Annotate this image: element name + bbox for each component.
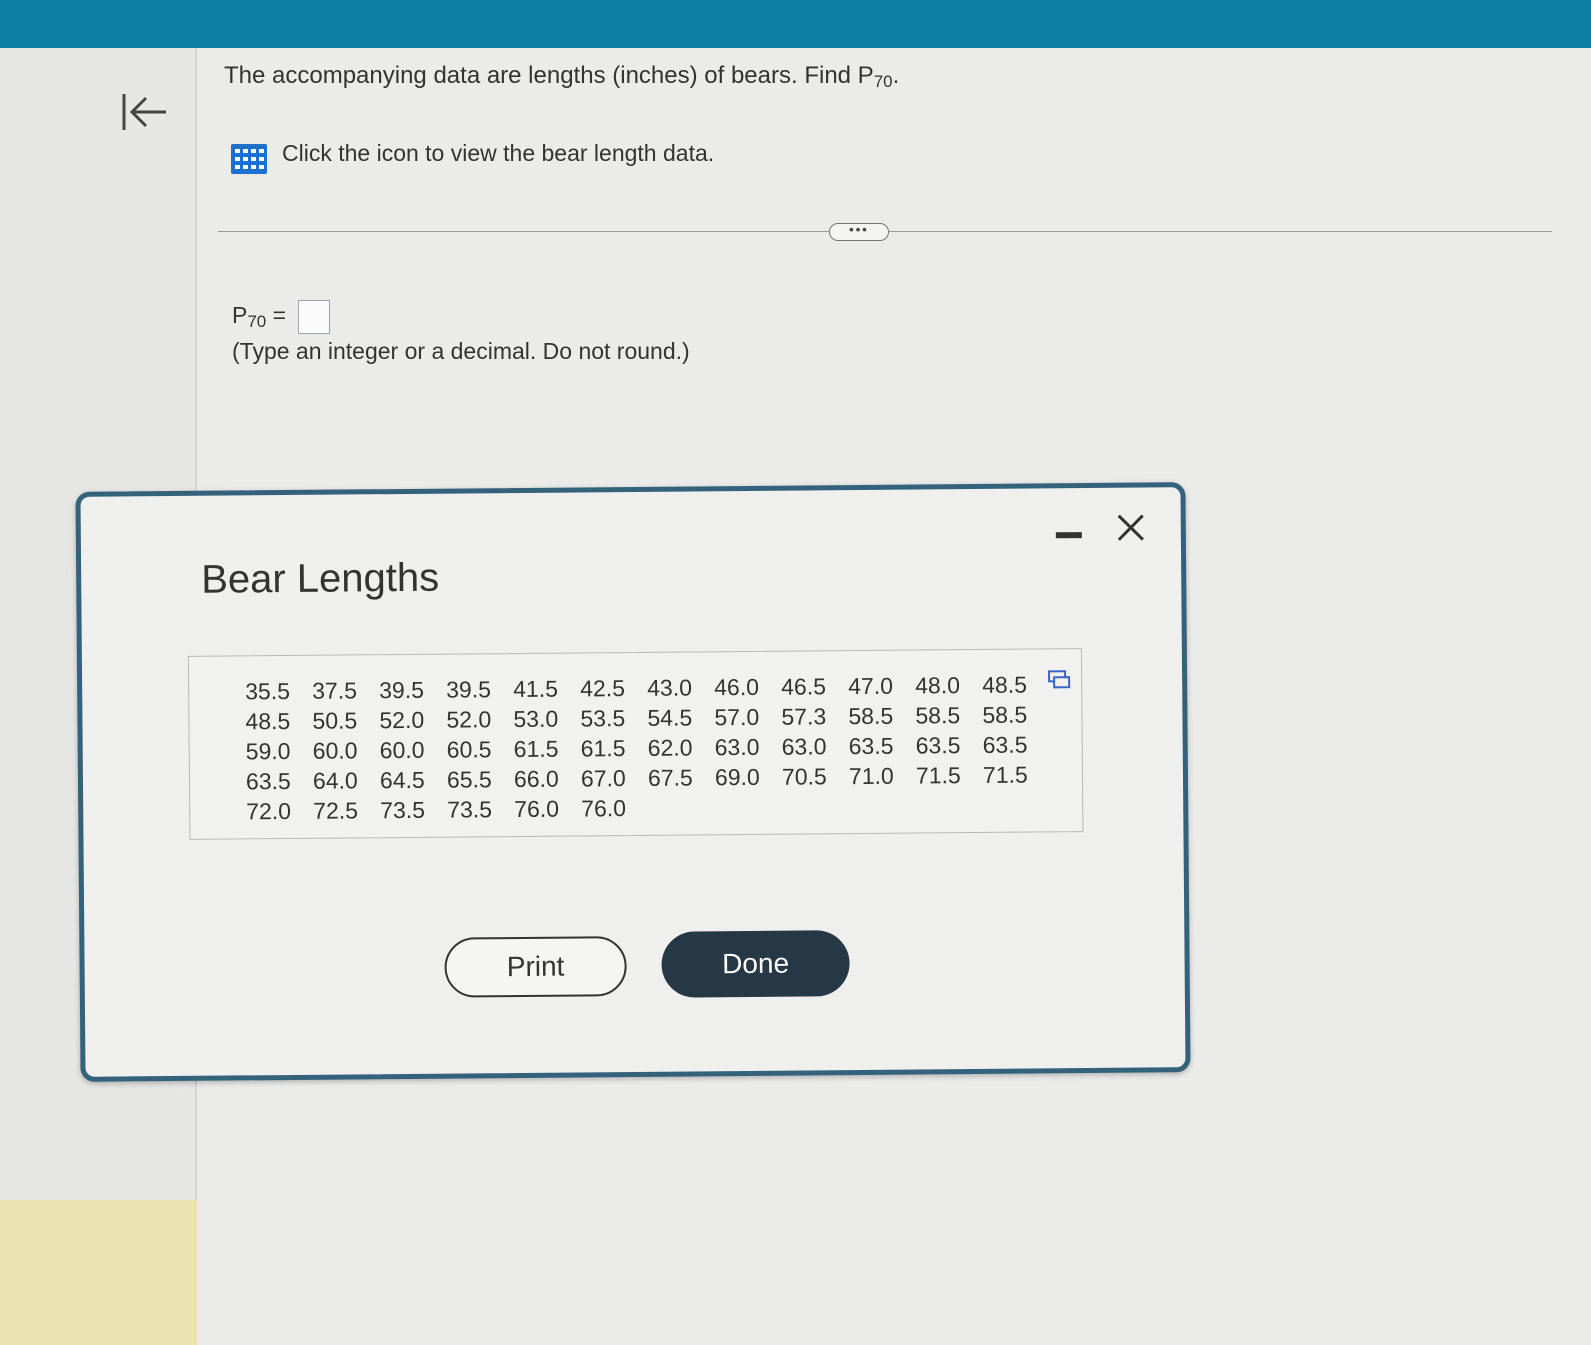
data-value: 65.5 <box>446 766 492 793</box>
answer-label: P <box>232 302 248 329</box>
data-rows: 35.5 37.5 39.5 39.5 41.5 42.5 43.0 46.0 46.5 47.0… <box>245 669 1050 826</box>
data-value: 53.5 <box>580 705 626 732</box>
print-button[interactable]: Print <box>444 936 627 998</box>
bear-lengths-dialog: Bear Lengths 35.5 37.5 39.5 39.5 41.5 42.5 43.… <box>75 482 1191 1082</box>
data-value: 67.0 <box>580 765 626 792</box>
data-value: 64.5 <box>379 766 425 794</box>
data-value: 41.5 <box>513 675 559 703</box>
data-value: 47.0 <box>848 672 894 700</box>
question-percentile: 70 <box>873 72 893 91</box>
answer-instruction: (Type an integer or a decimal. Do not ro… <box>232 338 690 364</box>
data-hint-text: Click the icon to view the bear length d… <box>282 140 715 166</box>
data-value: 60.5 <box>446 736 492 763</box>
left-highlight-strip <box>0 1200 224 1345</box>
data-value: 64.0 <box>312 767 358 794</box>
data-value: 63.5 <box>915 732 961 759</box>
done-button[interactable]: Done <box>661 930 850 998</box>
data-value: 54.5 <box>647 704 693 731</box>
top-bar <box>0 0 1591 48</box>
data-value: 72.0 <box>246 797 292 825</box>
data-value: 43.0 <box>647 674 693 701</box>
data-value: 59.0 <box>245 737 291 765</box>
data-value: 61.5 <box>580 735 626 762</box>
more-button[interactable]: ••• <box>829 223 889 241</box>
data-value: 67.5 <box>647 764 693 791</box>
data-value: 71.0 <box>848 762 894 790</box>
data-value: 57.3 <box>781 703 827 730</box>
data-table: 35.5 37.5 39.5 39.5 41.5 42.5 43.0 46.0 46.5 47.0… <box>187 648 1084 840</box>
data-value: 35.5 <box>245 677 291 705</box>
data-value: 70.5 <box>781 763 827 790</box>
data-value: 73.5 <box>380 796 426 824</box>
data-value: 63.5 <box>848 732 894 760</box>
data-value: 76.0 <box>581 795 627 822</box>
copy-icon[interactable] <box>1047 669 1071 689</box>
data-value: 37.5 <box>312 677 358 704</box>
data-value: 69.0 <box>714 763 760 791</box>
answer-input[interactable] <box>298 300 331 334</box>
data-value: 46.0 <box>714 673 760 701</box>
data-value: 52.0 <box>379 706 425 734</box>
data-value: 73.5 <box>447 796 493 823</box>
data-value: 39.5 <box>379 676 425 704</box>
data-row: 72.0 72.5 73.5 73.5 76.0 76.0 <box>246 789 1050 826</box>
question-text: The accompanying data are lengths (inche… <box>224 62 900 91</box>
data-value: 48.5 <box>245 707 291 735</box>
data-value: 58.5 <box>848 702 894 730</box>
data-value: 48.0 <box>915 672 961 699</box>
data-value: 71.5 <box>915 762 961 789</box>
data-value: 53.0 <box>513 705 559 733</box>
answer-percentile: 70 <box>247 312 267 332</box>
answer-equals: = <box>272 302 287 329</box>
grid-table-icon[interactable] <box>231 144 267 174</box>
data-value: 42.5 <box>580 675 626 702</box>
collapse-left-icon[interactable] <box>118 88 170 136</box>
data-value: 63.5 <box>982 731 1028 758</box>
data-value: 63.0 <box>714 733 760 761</box>
data-value: 50.5 <box>312 707 358 734</box>
data-value: 58.5 <box>915 702 961 729</box>
data-value: 57.0 <box>714 703 760 731</box>
data-value: 61.5 <box>513 735 559 763</box>
answer-row: P70 = <box>232 300 331 334</box>
close-icon[interactable] <box>1115 512 1147 544</box>
data-value: 71.5 <box>982 761 1028 788</box>
data-value: 72.5 <box>313 797 359 824</box>
data-value: 58.5 <box>982 701 1028 728</box>
data-value: 60.0 <box>312 737 358 764</box>
data-value: 66.0 <box>513 765 559 793</box>
data-value: 76.0 <box>514 795 560 823</box>
data-value: 60.0 <box>379 736 425 764</box>
dialog-title: Bear Lengths <box>201 555 440 602</box>
data-value: 62.0 <box>647 734 693 761</box>
data-value: 52.0 <box>446 706 492 733</box>
minimize-icon[interactable] <box>1055 532 1082 539</box>
data-value: 46.5 <box>781 673 827 700</box>
data-value: 63.5 <box>245 767 291 795</box>
data-value: 48.5 <box>982 671 1028 698</box>
data-value: 39.5 <box>446 676 492 703</box>
data-value: 63.0 <box>781 733 827 760</box>
